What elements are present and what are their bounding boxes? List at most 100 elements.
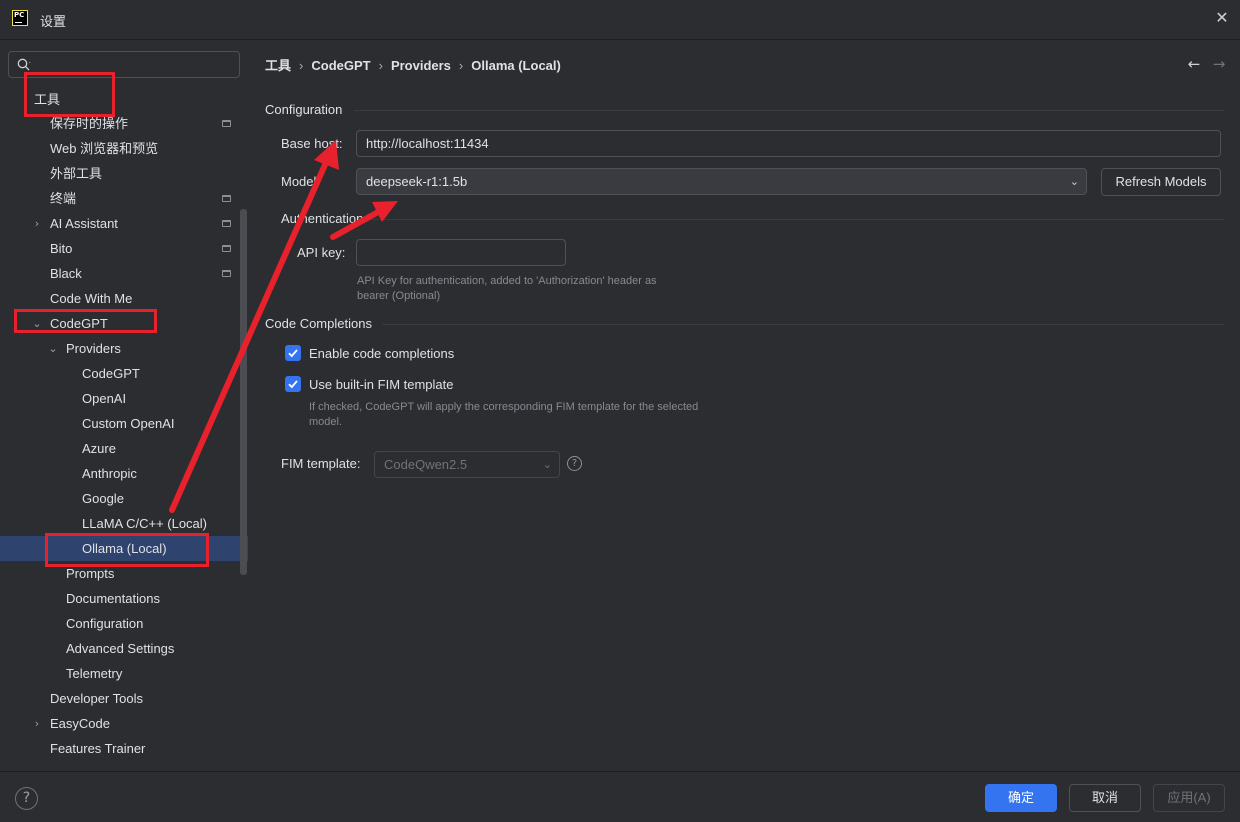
checkmark-icon	[288, 380, 298, 389]
sidebar-item-label: Configuration	[66, 616, 144, 631]
fim-template-label: FIM template:	[281, 456, 361, 471]
back-arrow-icon[interactable]: ←	[1186, 55, 1202, 73]
use-fim-template-label[interactable]: Use built-in FIM template	[309, 377, 454, 392]
chevron-down-icon: ⌄	[1069, 175, 1079, 188]
base-host-label: Base host:	[281, 136, 343, 151]
project-scope-icon	[222, 245, 231, 252]
sidebar-item-label: Code With Me	[50, 291, 133, 306]
model-dropdown[interactable]: deepseek-r1:1.5b ⌄	[356, 168, 1087, 195]
model-dropdown-value: deepseek-r1:1.5b	[366, 174, 468, 189]
section-divider	[354, 110, 1224, 111]
api-key-label: API key:	[297, 245, 346, 260]
fim-template-dropdown[interactable]: CodeQwen2.5 ⌄	[374, 451, 560, 478]
sidebar-item[interactable]: Custom OpenAI	[0, 411, 248, 436]
hint-line: API Key for authentication, added to 'Au…	[357, 275, 657, 287]
use-fim-template-checkbox[interactable]	[285, 376, 301, 392]
sidebar-item-label: Web 浏览器和预览	[50, 141, 159, 156]
sidebar-item[interactable]: Documentations	[0, 586, 248, 611]
enable-code-completions-checkbox[interactable]	[285, 345, 301, 361]
sidebar-item-label: Azure	[82, 441, 116, 456]
code-completions-section-title: Code Completions	[265, 316, 372, 331]
sidebar-item-label: Developer Tools	[50, 691, 143, 706]
search-icon	[17, 58, 31, 71]
sidebar-item-label: AI Assistant	[50, 216, 118, 231]
close-icon[interactable]: ✕	[1214, 10, 1230, 26]
pycharm-logo-icon: PC	[12, 10, 28, 26]
sidebar-item[interactable]: 外部工具	[0, 161, 248, 186]
project-scope-icon	[222, 195, 231, 202]
sidebar-item[interactable]: OpenAI	[0, 386, 248, 411]
help-icon[interactable]: ?	[567, 456, 582, 471]
base-host-input[interactable]: http://localhost:11434	[356, 130, 1221, 157]
fim-template-hint: If checked, CodeGPT will apply the corre…	[309, 400, 698, 430]
settings-main-panel: 工具 › CodeGPT › Providers › Ollama (Local) ← → …	[248, 41, 1240, 771]
hint-line: bearer (Optional)	[357, 290, 441, 302]
sidebar-item[interactable]: Black	[0, 261, 248, 286]
annotation-highlight-box	[45, 533, 209, 567]
sidebar-item[interactable]: › EasyCode	[0, 711, 248, 736]
sidebar-item[interactable]: Configuration	[0, 611, 248, 636]
section-divider	[368, 219, 1224, 220]
title-bar: PC 设置 ✕	[0, 0, 1240, 40]
forward-arrow-icon[interactable]: →	[1211, 55, 1227, 73]
sidebar-item[interactable]: Web 浏览器和预览	[0, 136, 248, 161]
sidebar-item-label: 终端	[50, 191, 77, 206]
authentication-section-title: Authentication	[281, 211, 364, 226]
sidebar-item-label: Custom OpenAI	[82, 416, 175, 431]
project-scope-icon	[222, 270, 231, 277]
sidebar-item-label: Features Trainer	[50, 741, 146, 756]
sidebar-item-label: Advanced Settings	[66, 641, 175, 656]
sidebar-item-label: Bito	[50, 241, 73, 256]
sidebar-item[interactable]: Bito	[0, 236, 248, 261]
breadcrumb-item[interactable]: 工具	[265, 55, 291, 74]
project-scope-icon	[222, 120, 231, 127]
help-icon[interactable]: ?	[15, 787, 38, 810]
hint-line: model.	[309, 416, 343, 428]
sidebar-item[interactable]: CodeGPT	[0, 361, 248, 386]
breadcrumb-separator: ›	[299, 58, 304, 73]
sidebar-item[interactable]: Azure	[0, 436, 248, 461]
model-label: Model:	[281, 174, 321, 189]
cancel-button[interactable]: 取消	[1069, 784, 1141, 812]
sidebar-item[interactable]: Google	[0, 486, 248, 511]
chevron-right-icon[interactable]: ›	[32, 711, 42, 736]
sidebar-item[interactable]: Telemetry	[0, 661, 248, 686]
hint-line: If checked, CodeGPT will apply the corre…	[309, 401, 699, 413]
sidebar-item-label: EasyCode	[50, 716, 110, 731]
sidebar-item[interactable]: › AI Assistant	[0, 211, 248, 236]
sidebar-item-label: CodeGPT	[82, 366, 140, 381]
breadcrumb-item: Ollama (Local)	[471, 58, 561, 73]
sidebar-item-label: Google	[82, 491, 124, 506]
chevron-down-icon: ⌄	[542, 458, 552, 471]
sidebar-item[interactable]: Advanced Settings	[0, 636, 248, 661]
section-divider	[382, 324, 1224, 325]
sidebar-item[interactable]: Features Trainer	[0, 736, 248, 761]
sidebar-item-label: Documentations	[66, 591, 160, 606]
refresh-models-button[interactable]: Refresh Models	[1101, 168, 1221, 196]
sidebar-item[interactable]: ⌄ Providers	[0, 336, 248, 361]
configuration-section-title: Configuration	[265, 102, 343, 117]
sidebar-item[interactable]: Developer Tools	[0, 686, 248, 711]
chevron-down-icon[interactable]: ⌄	[48, 336, 58, 361]
checkmark-icon	[288, 349, 298, 358]
chevron-right-icon[interactable]: ›	[32, 211, 42, 236]
annotation-highlight-box	[24, 72, 115, 117]
sidebar-item-label: OpenAI	[82, 391, 127, 406]
sidebar-item-label: Telemetry	[66, 666, 123, 681]
ok-button[interactable]: 确定	[985, 784, 1057, 812]
api-key-input[interactable]	[356, 239, 566, 266]
sidebar-item[interactable]: Anthropic	[0, 461, 248, 486]
sidebar-item[interactable]: Code With Me	[0, 286, 248, 311]
settings-sidebar: 工具 保存时的操作 Web 浏览器和预览 外部工具 终端 › AI Assistant Bit…	[0, 41, 248, 771]
breadcrumb-item[interactable]: CodeGPT	[311, 58, 370, 73]
sidebar-item[interactable]: 终端	[0, 186, 248, 211]
breadcrumb-separator: ›	[378, 58, 383, 73]
apply-button[interactable]: 应用(A)	[1153, 784, 1225, 812]
enable-code-completions-label[interactable]: Enable code completions	[309, 346, 454, 361]
breadcrumb: 工具 › CodeGPT › Providers › Ollama (Local)	[265, 55, 561, 74]
sidebar-item-label: Providers	[66, 341, 121, 356]
sidebar-scrollbar[interactable]	[240, 209, 247, 575]
annotation-highlight-box	[14, 309, 157, 333]
project-scope-icon	[222, 220, 231, 227]
breadcrumb-item[interactable]: Providers	[391, 58, 451, 73]
